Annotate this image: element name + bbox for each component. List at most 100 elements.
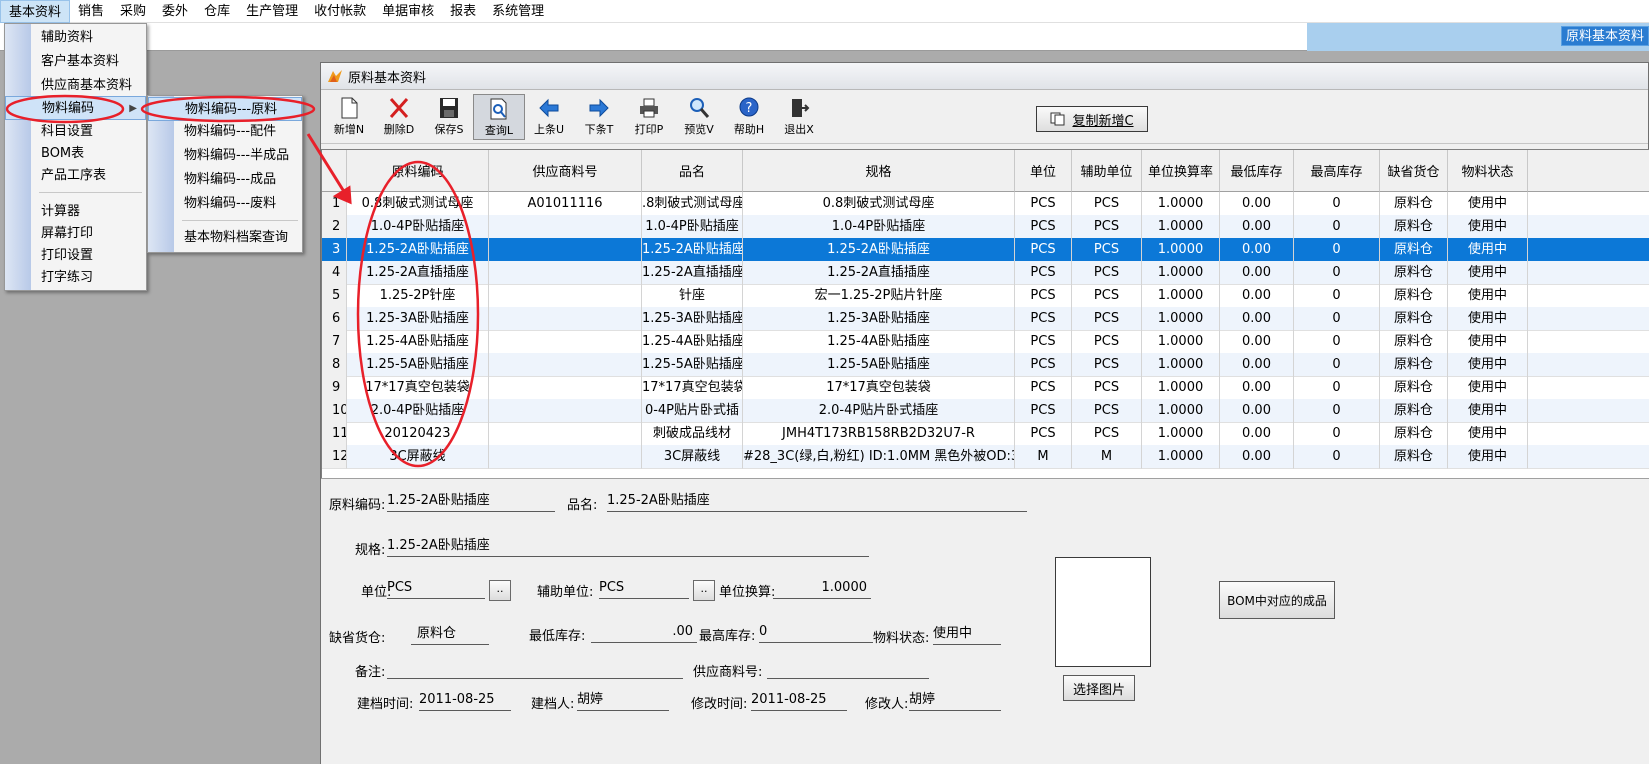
cell-supplier[interactable] [489, 330, 642, 354]
spec-field[interactable]: 1.25-2A卧贴插座 [387, 537, 869, 557]
cell-aux[interactable]: PCS [1072, 422, 1142, 446]
cell-unit[interactable]: PCS [1015, 192, 1072, 216]
cell-max[interactable]: 0 [1294, 376, 1380, 400]
cell-name[interactable]: 1.0-4P卧贴插座 [642, 215, 743, 239]
cell-aux[interactable]: PCS [1072, 261, 1142, 285]
cell-min[interactable]: 0.00 [1220, 399, 1294, 423]
menu-system[interactable]: 系统管理 [484, 0, 552, 23]
menu-item-accounts[interactable]: 科目设置 [5, 120, 146, 144]
cell-supplier[interactable] [489, 261, 642, 285]
creator-field[interactable]: 胡婷 [577, 691, 669, 711]
cell-rate[interactable]: 1.0000 [1142, 445, 1220, 469]
col-header-supplier-part[interactable]: 供应商料号 [489, 150, 642, 192]
cell-wh[interactable]: 原料仓 [1380, 353, 1448, 377]
unit-picker-button[interactable]: .. [489, 580, 511, 601]
cell-aux[interactable]: PCS [1072, 238, 1142, 262]
menu-item-print-setup[interactable]: 打印设置 [5, 244, 146, 268]
table-row[interactable]: 10 2.0-4P卧贴插座 0-4P贴片卧式插 2.0-4P贴片卧式插座 PCS PCS 1… [322, 399, 1649, 423]
cell-name[interactable]: 针座 [642, 284, 743, 308]
modifier-field[interactable]: 胡婷 [909, 691, 1001, 711]
row-number[interactable]: 3 [322, 238, 347, 262]
col-header-unit[interactable]: 单位 [1015, 150, 1072, 192]
cell-wh[interactable]: 原料仓 [1380, 261, 1448, 285]
cell-name[interactable]: 刺破成品线材 [642, 422, 743, 446]
row-number[interactable]: 1 [322, 192, 347, 216]
menu-sales[interactable]: 销售 [70, 0, 112, 23]
table-row[interactable]: 6 1.25-3A卧贴插座 1.25-3A卧贴插座 1.25-3A卧贴插座 PCS PCS… [322, 307, 1649, 331]
warehouse-field[interactable]: 原料仓 [411, 625, 489, 645]
pick-image-button[interactable]: 选择图片 [1063, 675, 1135, 701]
cell-spec[interactable]: 2.0-4P贴片卧式插座 [743, 399, 1015, 423]
menu-production[interactable]: 生产管理 [238, 0, 306, 23]
prev-record-button[interactable]: 上条U [523, 94, 575, 140]
modified-time-field[interactable]: 2011-08-25 [751, 691, 847, 711]
cell-min[interactable]: 0.00 [1220, 376, 1294, 400]
table-row[interactable]: 2 1.0-4P卧贴插座 1.0-4P卧贴插座 1.0-4P卧贴插座 PCS PCS 1.0… [322, 215, 1649, 239]
remark-field[interactable] [387, 659, 683, 679]
menu-outsource[interactable]: 委外 [154, 0, 196, 23]
conv-field[interactable]: 1.0000 [773, 579, 871, 599]
cell-wh[interactable]: 原料仓 [1380, 215, 1448, 239]
cell-unit[interactable]: PCS [1015, 238, 1072, 262]
cell-max[interactable]: 0 [1294, 422, 1380, 446]
cell-supplier[interactable] [489, 376, 642, 400]
col-header-aux-unit[interactable]: 辅助单位 [1072, 150, 1142, 192]
submenu-item-scrap[interactable]: 物料编码---废料 [148, 192, 302, 216]
cell-spec[interactable]: 1.25-5A卧贴插座 [743, 353, 1015, 377]
cell-wh[interactable]: 原料仓 [1380, 192, 1448, 216]
material-image-box[interactable] [1055, 557, 1151, 667]
cell-status[interactable]: 使用中 [1448, 445, 1528, 469]
menu-item-bom[interactable]: BOM表 [5, 142, 146, 166]
menu-item-customer[interactable]: 客户基本资料 [5, 50, 146, 74]
cell-max[interactable]: 0 [1294, 284, 1380, 308]
print-button[interactable]: 打印P [623, 94, 675, 140]
cell-supplier[interactable] [489, 284, 642, 308]
cell-unit[interactable]: PCS [1015, 330, 1072, 354]
cell-max[interactable]: 0 [1294, 307, 1380, 331]
cell-name[interactable]: 17*17真空包装袋 [642, 376, 743, 400]
bom-products-button[interactable]: BOM中对应的成品 [1219, 581, 1335, 619]
cell-code[interactable]: 1.0-4P卧贴插座 [347, 215, 489, 239]
cell-min[interactable]: 0.00 [1220, 422, 1294, 446]
menu-item-typing[interactable]: 打字练习 [5, 266, 146, 290]
submenu-item-query[interactable]: 基本物料档案查询 [148, 226, 302, 250]
cell-aux[interactable]: PCS [1072, 284, 1142, 308]
cell-code[interactable]: 1.25-3A卧贴插座 [347, 307, 489, 331]
col-header-spec[interactable]: 规格 [743, 150, 1015, 192]
taskbar-window-tab[interactable]: 原料基本资料 [1560, 26, 1649, 46]
menu-doc-review[interactable]: 单据审核 [374, 0, 442, 23]
cell-min[interactable]: 0.00 [1220, 353, 1294, 377]
cell-wh[interactable]: 原料仓 [1380, 284, 1448, 308]
row-number[interactable]: 5 [322, 284, 347, 308]
menu-basic-info[interactable]: 基本资料 [0, 0, 71, 23]
cell-rate[interactable]: 1.0000 [1142, 330, 1220, 354]
cell-code[interactable]: 2.0-4P卧贴插座 [347, 399, 489, 423]
cell-wh[interactable]: 原料仓 [1380, 330, 1448, 354]
menu-purchase[interactable]: 采购 [112, 0, 154, 23]
max-stock-field[interactable]: 0 [759, 623, 873, 643]
cell-min[interactable]: 0.00 [1220, 215, 1294, 239]
col-header-max-stock[interactable]: 最高库存 [1294, 150, 1380, 192]
cell-min[interactable]: 0.00 [1220, 330, 1294, 354]
cell-aux[interactable]: PCS [1072, 376, 1142, 400]
menu-item-material-code[interactable]: 物料编码 ▶ [5, 96, 146, 120]
row-number[interactable]: 9 [322, 376, 347, 400]
cell-status[interactable]: 使用中 [1448, 284, 1528, 308]
cell-aux[interactable]: PCS [1072, 192, 1142, 216]
cell-max[interactable]: 0 [1294, 353, 1380, 377]
cell-status[interactable]: 使用中 [1448, 422, 1528, 446]
submenu-item-raw[interactable]: 物料编码---原料 [148, 97, 302, 121]
cell-rate[interactable]: 1.0000 [1142, 376, 1220, 400]
menu-warehouse[interactable]: 仓库 [196, 0, 238, 23]
table-row[interactable]: 11 20120423 刺破成品线材 JMH4T173RB158RB2D32U7-R P… [322, 422, 1649, 446]
table-row[interactable]: 12 3C屏蔽线 3C屏蔽线 #28_3C(绿,白,粉红) ID:1.0MM 黑色外被… [322, 445, 1649, 469]
cell-min[interactable]: 0.00 [1220, 307, 1294, 331]
cell-code[interactable]: 3C屏蔽线 [347, 445, 489, 469]
cell-spec[interactable]: #28_3C(绿,白,粉红) ID:1.0MM 黑色外被OD:3.6 [743, 445, 1015, 469]
unit-field[interactable]: PCS [387, 579, 485, 599]
cell-rate[interactable]: 1.0000 [1142, 215, 1220, 239]
cell-status[interactable]: 使用中 [1448, 261, 1528, 285]
menu-reports[interactable]: 报表 [442, 0, 484, 23]
cell-supplier[interactable] [489, 445, 642, 469]
next-record-button[interactable]: 下条T [573, 94, 625, 140]
